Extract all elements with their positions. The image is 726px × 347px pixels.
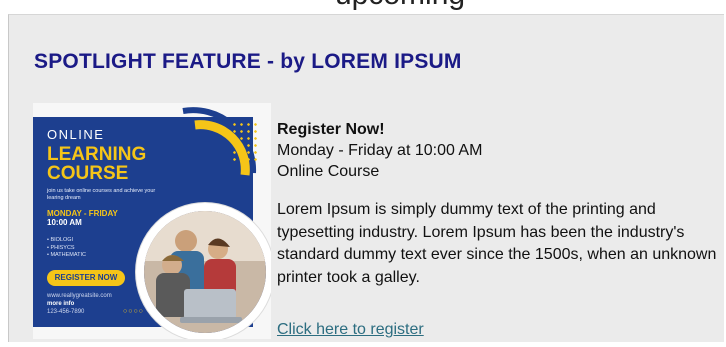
flyer-subject-item: • BIOLOGI: [47, 237, 74, 243]
flyer-subject-item: • PHISYCS: [47, 244, 75, 251]
flyer-phone: 123-456-7890: [47, 309, 85, 315]
flyer-dot-grid: [231, 121, 261, 165]
flyer-tagline: join us take online courses and achieve …: [47, 188, 156, 201]
flyer-students-photo: [144, 211, 266, 333]
schedule-text: Monday - Friday at 10:00 AM: [277, 142, 483, 159]
register-heading: Register Now!: [277, 121, 385, 138]
flyer-online-label: ONLINE: [47, 127, 105, 142]
register-link[interactable]: Click here to register: [277, 319, 424, 340]
spotlight-title: SPOTLIGHT FEATURE - by LOREM IPSUM: [34, 50, 462, 73]
course-flyer-image: ONLINE LEARNING COURSE join us take onli…: [33, 103, 271, 339]
flyer-website: www.reallygreatsite.com: [47, 293, 112, 299]
flyer-course-title-line2: COURSE: [47, 163, 129, 184]
spotlight-details: Register Now! Monday - Friday at 10:00 A…: [277, 119, 717, 338]
flyer-more-info: more info: [47, 301, 75, 307]
flyer-dots-decoration: ○○○○: [123, 308, 144, 315]
flyer-subject-list: • BIOLOGI • PHISYCS • MATHEMATIC: [47, 237, 86, 260]
flyer-subject-item: • MATHEMATIC: [47, 252, 86, 258]
students-laptop-illustration: [144, 211, 266, 333]
flyer-time: 10:00 AM: [47, 218, 82, 227]
page-header-clipped: upcoming: [0, 0, 726, 12]
flyer-students-photo-frame: [136, 203, 271, 339]
flyer-days: MONDAY - FRIDAY: [47, 209, 118, 218]
description-paragraph: Lorem Ipsum is simply dummy text of the …: [277, 201, 717, 286]
flyer-course-title-line1: LEARNING: [47, 144, 147, 165]
flyer-register-badge: REGISTER NOW: [47, 270, 125, 286]
format-text: Online Course: [277, 163, 380, 180]
clipped-heading-text: upcoming: [335, 0, 465, 12]
spotlight-panel: SPOTLIGHT FEATURE - by LOREM IPSUM ONLIN…: [8, 14, 724, 342]
